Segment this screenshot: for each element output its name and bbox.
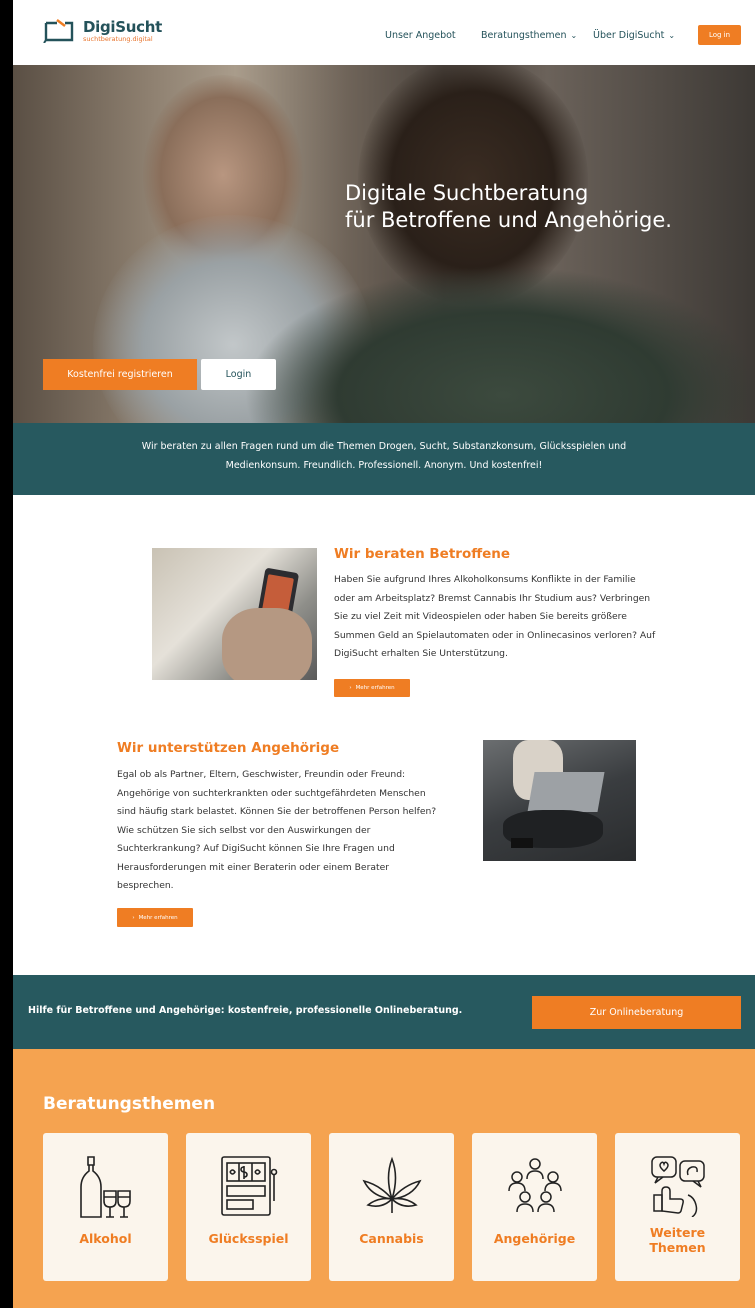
bottle-glasses-icon	[79, 1156, 131, 1218]
cta-band: Hilfe für Betroffene und Angehörige: kos…	[13, 975, 755, 1049]
arrow-right-icon: ›	[349, 685, 352, 691]
topic-card-weitere-themen[interactable]: Weitere Themen	[615, 1133, 740, 1281]
text-line: Wie schützen Sie sich selbst vor den Aus…	[117, 824, 371, 836]
slot-machine-icon	[220, 1156, 277, 1216]
chevron-down-icon: ⌄	[668, 31, 676, 40]
login-button[interactable]: Login	[201, 359, 276, 390]
cannabis-leaf-icon	[362, 1156, 421, 1213]
topics-title: Beratungsthemen	[43, 1094, 216, 1114]
header-login-button[interactable]: Log in	[698, 25, 741, 45]
logo-name: DigiSucht	[83, 18, 162, 36]
nav-unser-angebot[interactable]: Unser Angebot	[385, 30, 456, 41]
more-button-label: Mehr erfahren	[355, 685, 395, 691]
text-line: Summen Geld an Spielautomaten oder in On…	[334, 629, 656, 641]
text-line: Sie zu viel Zeit mit Videospielen oder h…	[334, 611, 627, 622]
intro-band: Wir beraten zu allen Fragen rund um die …	[13, 423, 755, 495]
logo[interactable]: DigiSucht suchtberatung.digital	[43, 18, 162, 44]
topics-section: Beratungsthemen Alkohol Glücksspiel Cann…	[13, 1049, 755, 1308]
topic-card-alkohol[interactable]: Alkohol	[43, 1133, 168, 1281]
topic-label-line2: Themen	[649, 1240, 706, 1255]
section-betroffene-title: Wir beraten Betroffene	[334, 546, 511, 562]
topic-label: Cannabis	[359, 1231, 424, 1246]
topic-card-angehoerige[interactable]: Angehörige	[472, 1133, 597, 1281]
group-people-icon	[507, 1158, 562, 1213]
more-button-label: Mehr erfahren	[138, 914, 178, 921]
hero-title-line1: Digitale Suchtberatung	[345, 181, 589, 205]
angehoerige-more-button[interactable]: › Mehr erfahren	[117, 908, 193, 927]
topic-label: Glücksspiel	[208, 1231, 289, 1246]
section-angehoerige-text: Egal ob als Partner, Eltern, Geschwister…	[117, 766, 467, 896]
topic-card-gluecksspiel[interactable]: Glücksspiel	[186, 1133, 311, 1281]
page: DigiSucht suchtberatung.digital Unser An…	[13, 0, 755, 1308]
register-button[interactable]: Kostenfrei registrieren	[43, 359, 197, 390]
topic-card-cannabis[interactable]: Cannabis	[329, 1133, 454, 1281]
chat-bubbles-icon	[650, 1156, 705, 1217]
nav-label: Unser Angebot	[385, 30, 456, 41]
text-line: Herausforderungen mit einer Beraterin od…	[117, 861, 390, 873]
betroffene-more-button[interactable]: › Mehr erfahren	[334, 679, 410, 697]
nav-label: Beratungsthemen	[481, 30, 567, 41]
angehoerige-image	[483, 740, 636, 861]
hero-title-line2: für Betroffene und Angehörige.	[345, 208, 672, 232]
nav-beratungsthemen[interactable]: Beratungsthemen ⌄	[481, 30, 577, 41]
hero-title: Digitale Suchtberatung für Betroffene un…	[345, 180, 672, 234]
intro-line2: Medienkonsum. Freundlich. Professionell.…	[225, 460, 543, 471]
hero-section: Digitale Suchtberatung für Betroffene un…	[13, 65, 755, 423]
text-line: Egal ob als Partner, Eltern, Geschwister…	[117, 769, 406, 780]
nav-ueber-digisucht[interactable]: Über DigiSucht ⌄	[593, 30, 675, 41]
topic-label: Weitere Themen	[615, 1225, 740, 1255]
nav-label: Über DigiSucht	[593, 30, 665, 41]
text-line: Haben Sie aufgrund Ihres Alkoholkonsums …	[334, 574, 636, 585]
section-betroffene-text: Haben Sie aufgrund Ihres Alkoholkonsums …	[334, 571, 679, 664]
text-line: DigiSucht erhalten Sie Unterstützung.	[334, 648, 508, 659]
chevron-down-icon: ⌄	[570, 31, 578, 40]
topic-label: Angehörige	[493, 1231, 576, 1246]
intro-line1: Wir beraten zu allen Fragen rund um die …	[141, 441, 627, 452]
logo-icon	[43, 19, 75, 44]
cta-text: Hilfe für Betroffene und Angehörige: kos…	[28, 1005, 463, 1016]
text-line: besprechen.	[117, 880, 174, 891]
text-line: oder am Arbeitsplatz? Bremst Cannabis Ih…	[334, 592, 651, 604]
text-line: Suchterkrankung? Auf DigiSucht können Si…	[117, 843, 395, 854]
site-header: DigiSucht suchtberatung.digital Unser An…	[13, 0, 755, 65]
online-consultation-button[interactable]: Zur Onlineberatung	[532, 996, 741, 1029]
arrow-right-icon: ›	[132, 914, 135, 921]
text-line: Angehörige von suchterkrankten oder such…	[117, 787, 426, 799]
topic-label-line1: Weitere	[649, 1225, 706, 1240]
text-line: sind häufig stark belastet. Können Sie d…	[117, 806, 437, 817]
logo-subtitle: suchtberatung.digital	[83, 35, 153, 43]
topic-label: Alkohol	[79, 1231, 132, 1246]
section-angehoerige-title: Wir unterstützen Angehörige	[117, 740, 340, 756]
betroffene-image	[152, 548, 317, 680]
